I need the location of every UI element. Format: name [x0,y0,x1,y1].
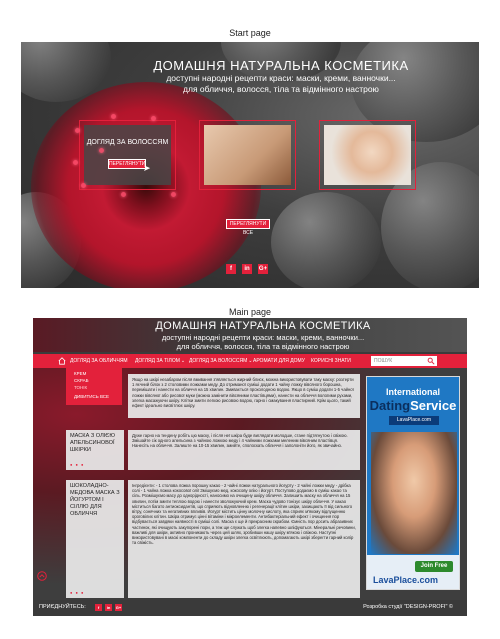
main-page-mockup: ДОМАШНЯ НАТУРАЛЬНА КОСМЕТИКА доступні на… [33,318,467,616]
chevron-down-icon: ⌄ [180,358,186,364]
dating-ad-banner[interactable]: International DatingService LavaPlace.co… [366,376,460,590]
main-content: Якщо на шкірі незабаром після вмивання з… [33,368,467,600]
linkedin-icon[interactable]: in [105,604,112,611]
article-title[interactable]: ШОКОЛАДНО-МЕДОВА МАСКА З ЙОГУРТОМ І СІЛЛ… [66,480,124,598]
cursor-icon: ➤ [143,163,151,173]
category-card-body[interactable] [199,120,296,190]
ad-photo [371,432,457,554]
scroll-top-icon[interactable] [37,571,47,581]
body-care-image [204,125,291,185]
start-page-heading: Start page [229,28,271,38]
article-title[interactable]: МАСКА З ОЛІЄЮ АПЕЛЬСИНОВОЇ ШКІРКИ ● ● ● [66,430,124,470]
category-card-label: ДОГЛЯД ЗА ВОЛОССЯМ [86,139,169,146]
studio-credit: Розробка студії "DESIGN-PROFI" © [363,604,453,610]
category-card-face[interactable] [319,120,416,190]
start-title: ДОМАШНЯ НАТУРАЛЬНА КОСМЕТИКА [153,58,409,73]
join-us-label: ПРИЄДНУЙТЕСЬ: [39,604,86,610]
dropdown-item-view-all[interactable]: ДИВИТИСЬ ВСЕ [74,394,109,399]
article-text-1: Якщо на шкірі незабаром після вмивання з… [128,374,360,418]
home-icon[interactable] [58,357,66,365]
main-page-heading: Main page [228,307,272,317]
footer: ПРИЄДНУЙТЕСЬ: f in G+ Розробка студії "D… [33,600,467,616]
view-all-button[interactable]: ПЕРЕГЛЯНУТИ ВСЕ [226,219,270,236]
linkedin-icon[interactable]: in [242,264,252,274]
main-nav: ДОГЛЯД ЗА ОБЛИЧЧЯМ ДОГЛЯД ЗА ТІЛОМ⌄ ДОГЛ… [33,354,467,368]
search-input[interactable]: ПОШУК [371,356,437,366]
view-button[interactable]: ПЕРЕГЛЯНУТИ [108,159,146,169]
dropdown-item[interactable]: ТОНІК [74,385,87,390]
face-care-image [324,125,411,185]
article-text-2: Дуже гарно на тендену робіть цю маску, і… [128,430,360,470]
start-page-mockup: ДОМАШНЯ НАТУРАЛЬНА КОСМЕТИКА доступні на… [21,42,479,288]
main-subtitle-1: доступні народні рецепти краси: маски, к… [161,333,365,342]
join-free-button[interactable]: Join Free [415,561,453,572]
main-subtitle-2: для обличчя, волосся, тіла та відмінного… [176,342,350,351]
nav-home-aromas[interactable]: АРОМАТИ ДЛЯ ДОМУ [253,354,305,368]
nav-face-care[interactable]: ДОГЛЯД ЗА ОБЛИЧЧЯМ [70,354,128,368]
search-icon[interactable] [427,357,435,365]
category-card-hair[interactable]: ДОГЛЯД ЗА ВОЛОССЯМ ПЕРЕГЛЯНУТИ ➤ [79,120,176,190]
start-subtitle-1: доступні народні рецепти краси: маски, к… [166,73,396,83]
article-text-3: Інгредієнти: - 1 столова ложка порошку к… [128,480,360,598]
ad-logo: LavaPlace.com [373,575,439,585]
main-title: ДОМАШНЯ НАТУРАЛЬНА КОСМЕТИКА [155,320,371,332]
nav-dropdown: КРЕМ СКРАБ ТОНІК ДИВИТИСЬ ВСЕ [66,368,122,405]
nav-hair-care[interactable]: ДОГЛЯД ЗА ВОЛОССЯМ⌄ [189,354,253,368]
dropdown-item[interactable]: КРЕМ [74,371,86,376]
start-subtitle-2: для обличчя, волосся, тіла та відмінного… [183,84,379,94]
nav-useful-tips[interactable]: КОРИСНІ ЗНАТИ [311,354,351,368]
dropdown-item[interactable]: СКРАБ [74,378,89,383]
chevron-down-icon: ⌄ [248,358,253,364]
facebook-icon[interactable]: f [226,264,236,274]
google-plus-icon[interactable]: G+ [115,604,122,611]
main-hero-banner: ДОМАШНЯ НАТУРАЛЬНА КОСМЕТИКА доступні на… [33,318,467,352]
google-plus-icon[interactable]: G+ [258,264,268,274]
facebook-icon[interactable]: f [95,604,102,611]
nav-body-care[interactable]: ДОГЛЯД ЗА ТІЛОМ⌄ [135,354,185,368]
